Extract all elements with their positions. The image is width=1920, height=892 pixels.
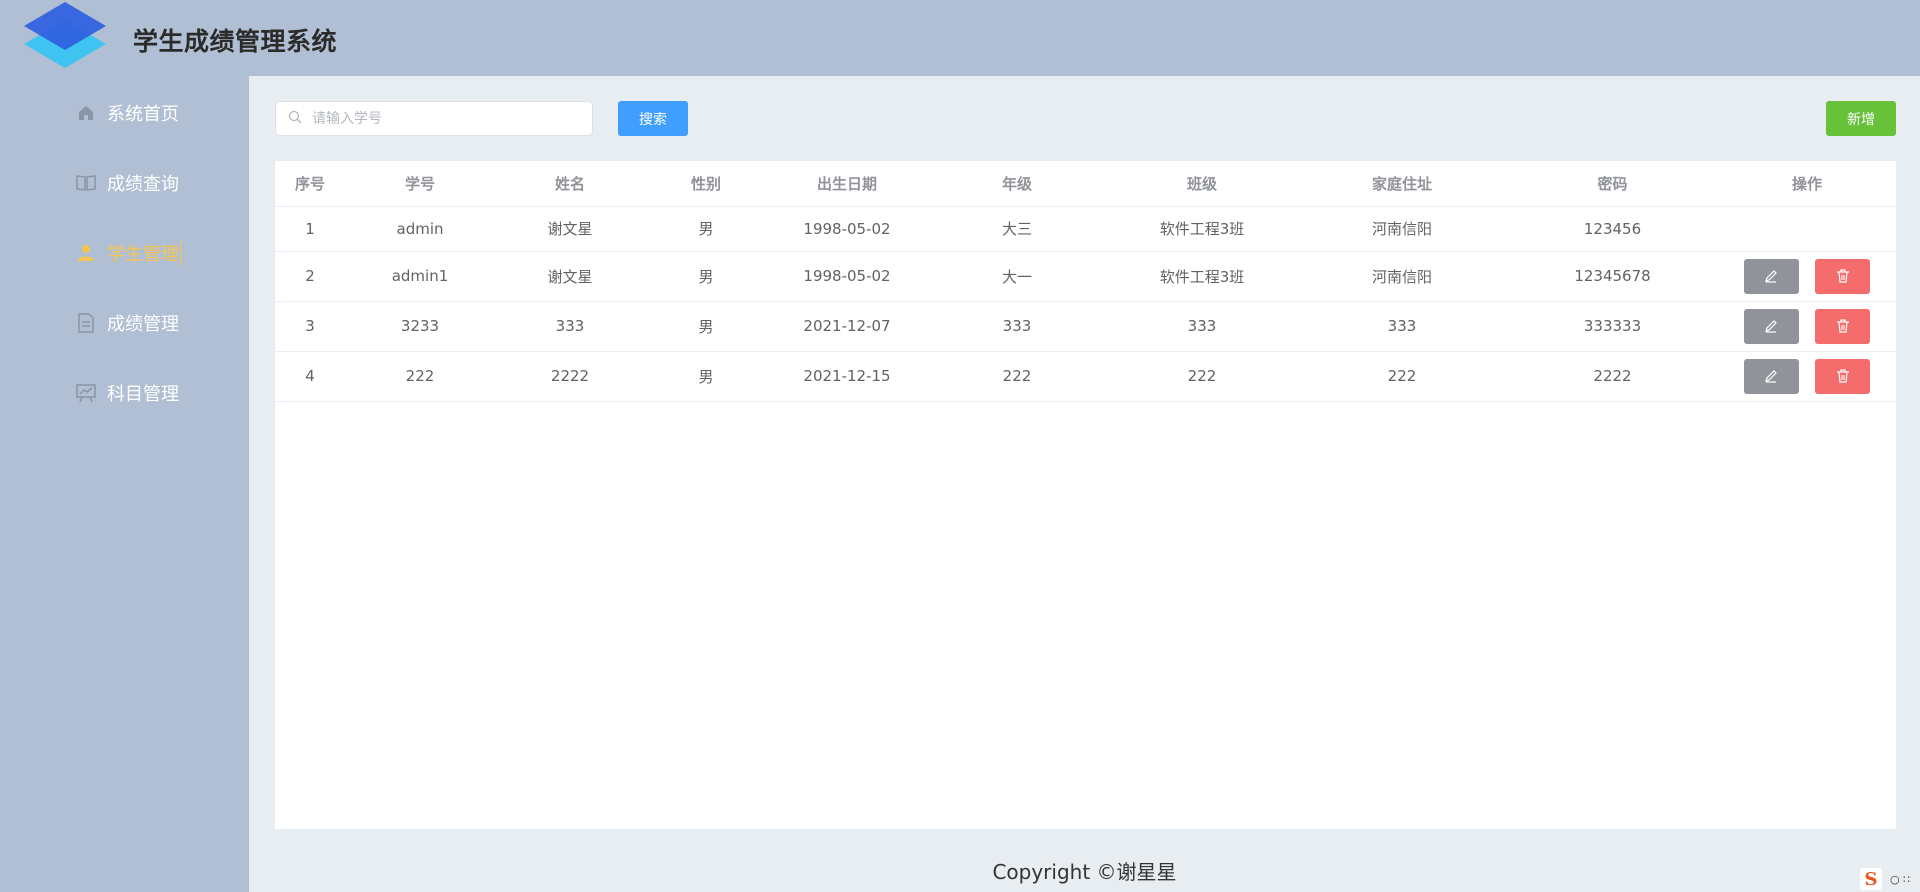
cell-actions: [1718, 301, 1896, 352]
table-row: 3 3233 333 男 2021-12-07 333 333 333 3333…: [275, 301, 1896, 352]
table-row: 4 222 2222 男 2021-12-15 222 222 222 2222: [275, 351, 1896, 402]
footer-copyright: Copyright ©谢星星: [992, 860, 1177, 884]
cell-student-id: admin: [345, 206, 495, 252]
cell-index: 1: [275, 206, 345, 252]
logo-icon: [24, 2, 106, 68]
cell-grade: 222: [927, 351, 1107, 402]
pencil-icon: [1765, 320, 1777, 333]
pencil-icon: [1765, 270, 1777, 283]
cell-name: 谢文星: [495, 251, 645, 302]
cell-student-id: 222: [345, 351, 495, 402]
add-button[interactable]: 新增: [1826, 101, 1896, 136]
cell-address: 222: [1297, 351, 1507, 402]
search-input[interactable]: [310, 109, 580, 128]
cell-gender: 男: [645, 251, 767, 302]
cell-grade: 333: [927, 301, 1107, 352]
cell-birthday: 2021-12-07: [767, 301, 927, 352]
cell-student-id: 3233: [345, 301, 495, 352]
cell-password: 12345678: [1507, 251, 1718, 302]
sidebar-item-label: 成绩管理: [107, 314, 179, 335]
column-header: 操作: [1718, 161, 1896, 207]
sidebar-item-score-query[interactable]: 成绩查询: [75, 166, 179, 200]
book-icon: [75, 172, 97, 194]
sidebar-item-label: 学生管理: [107, 240, 181, 266]
cell-gender: 男: [645, 301, 767, 352]
cell-name: 谢文星: [495, 206, 645, 252]
cell-birthday: 2021-12-15: [767, 351, 927, 402]
cell-class: 222: [1107, 351, 1297, 402]
edit-button[interactable]: [1743, 258, 1799, 294]
ime-extra-icons: ○ ∷: [1890, 872, 1911, 886]
home-icon: [75, 102, 97, 124]
column-header: 性别: [645, 161, 767, 207]
user-icon: [75, 242, 97, 264]
cell-address: 河南信阳: [1297, 251, 1507, 302]
cell-gender: 男: [645, 206, 767, 252]
search-field[interactable]: [275, 101, 593, 136]
cell-class: 软件工程3班: [1107, 251, 1297, 302]
cell-birthday: 1998-05-02: [767, 251, 927, 302]
trash-icon: [1836, 319, 1849, 333]
column-header: 出生日期: [767, 161, 927, 207]
column-header: 年级: [927, 161, 1107, 207]
cell-address: 河南信阳: [1297, 206, 1507, 252]
header-bar: 学生成绩管理系统: [0, 0, 1920, 76]
pencil-icon: [1765, 370, 1777, 383]
cell-actions: [1718, 251, 1896, 302]
trash-icon: [1836, 369, 1849, 383]
student-table-card: 序号 学号 姓名 性别 出生日期 年级 班级 家庭住址 密码 操作 1 admi…: [275, 161, 1896, 829]
table-row: 2 admin1 谢文星 男 1998-05-02 大一 软件工程3班 河南信阳…: [275, 251, 1896, 302]
cell-password: 123456: [1507, 206, 1718, 252]
cell-index: 3: [275, 301, 345, 352]
cell-class: 333: [1107, 301, 1297, 352]
cell-name: 333: [495, 301, 645, 352]
cell-grade: 大一: [927, 251, 1107, 302]
delete-button[interactable]: [1815, 358, 1871, 394]
edit-button[interactable]: [1743, 358, 1799, 394]
document-icon: [75, 312, 97, 334]
cell-address: 333: [1297, 301, 1507, 352]
delete-button[interactable]: [1815, 258, 1871, 294]
trash-icon: [1836, 269, 1849, 283]
cell-birthday: 1998-05-02: [767, 206, 927, 252]
sidebar-item-student-management[interactable]: 学生管理: [75, 236, 181, 270]
delete-button[interactable]: [1815, 308, 1871, 344]
sidebar-item-subject-management[interactable]: 科目管理: [75, 376, 179, 410]
cell-index: 2: [275, 251, 345, 302]
main-content: 搜索 新增 序号 学号 姓名 性别 出: [249, 76, 1920, 892]
sidebar: 系统首页 成绩查询 学生管理 成绩管理 科目管理: [0, 76, 249, 892]
cell-index: 4: [275, 351, 345, 402]
search-icon: [288, 109, 302, 128]
cell-grade: 大三: [927, 206, 1107, 252]
sidebar-item-label: 科目管理: [107, 384, 179, 405]
cell-password: 2222: [1507, 351, 1718, 402]
cell-name: 2222: [495, 351, 645, 402]
sidebar-item-home[interactable]: 系统首页: [75, 96, 179, 130]
sogou-ime-icon[interactable]: S: [1860, 868, 1882, 890]
cell-student-id: admin1: [345, 251, 495, 302]
chart-board-icon: [75, 382, 97, 404]
sidebar-item-label: 系统首页: [107, 104, 179, 125]
sidebar-item-label: 成绩查询: [107, 174, 179, 195]
column-header: 序号: [275, 161, 345, 207]
column-header: 学号: [345, 161, 495, 207]
cell-gender: 男: [645, 351, 767, 402]
cell-actions: [1718, 206, 1896, 252]
sidebar-item-score-management[interactable]: 成绩管理: [75, 306, 179, 340]
app-title: 学生成绩管理系统: [133, 27, 338, 56]
column-header: 姓名: [495, 161, 645, 207]
ime-indicator[interactable]: S ○ ∷: [1860, 866, 1920, 892]
column-header: 密码: [1507, 161, 1718, 207]
cell-class: 软件工程3班: [1107, 206, 1297, 252]
student-table: 序号 学号 姓名 性别 出生日期 年级 班级 家庭住址 密码 操作 1 admi…: [275, 161, 1896, 402]
edit-button[interactable]: [1743, 308, 1799, 344]
cell-actions: [1718, 351, 1896, 402]
table-header-row: 序号 学号 姓名 性别 出生日期 年级 班级 家庭住址 密码 操作: [275, 161, 1896, 207]
table-row: 1 admin 谢文星 男 1998-05-02 大三 软件工程3班 河南信阳 …: [275, 206, 1896, 252]
column-header: 家庭住址: [1297, 161, 1507, 207]
column-header: 班级: [1107, 161, 1297, 207]
cell-password: 333333: [1507, 301, 1718, 352]
search-button[interactable]: 搜索: [618, 101, 688, 136]
